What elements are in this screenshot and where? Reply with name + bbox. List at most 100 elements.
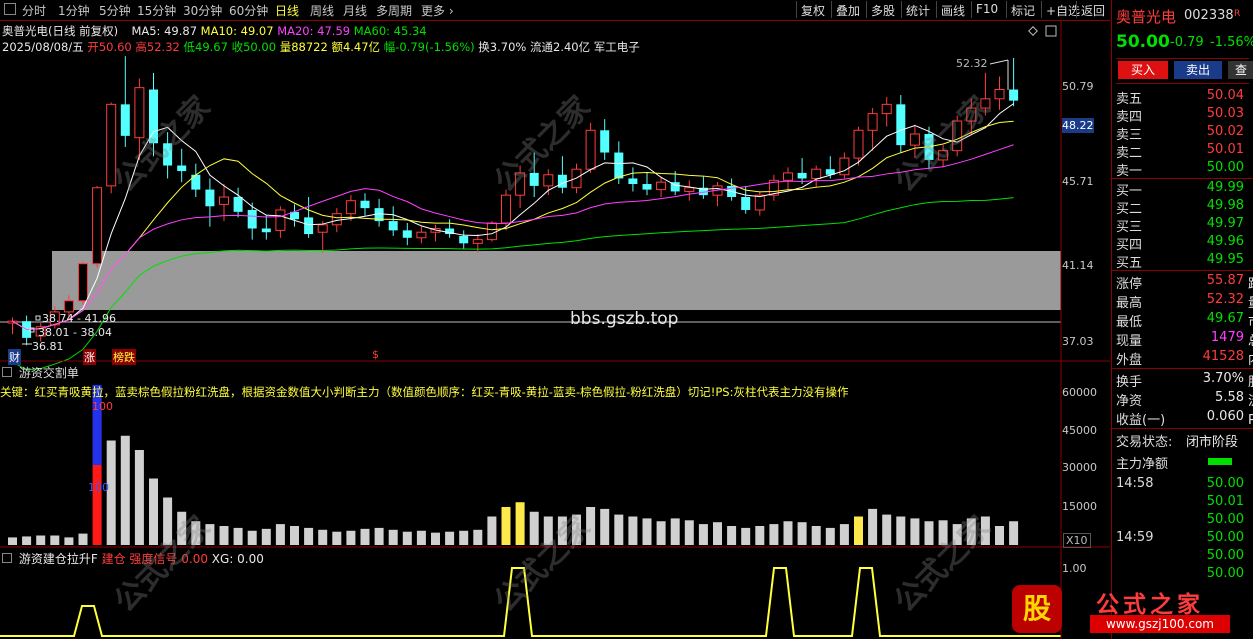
volume-bar: [247, 530, 257, 545]
tick-row[interactable]: 50.00: [1116, 548, 1253, 566]
finance-tag[interactable]: 财: [8, 349, 21, 365]
row-value: 49.99: [1206, 180, 1244, 195]
volume-bar: [698, 524, 708, 545]
volume-bar: [191, 521, 201, 545]
bar-date: 2025/08/08/五: [2, 40, 84, 54]
volume-bar: [656, 521, 666, 545]
high-price-annotation: 52.32: [956, 57, 988, 70]
panel2-header: 游资交割单: [2, 364, 79, 381]
volume-bar: [36, 535, 46, 545]
candle-body: [205, 189, 215, 207]
volume-label-100: 100: [92, 400, 113, 413]
quote-row[interactable]: 最高 52.32 量比: [1116, 292, 1253, 311]
bar-open: 开50.60: [87, 40, 132, 54]
volume-bar: [205, 524, 215, 545]
panel3-header: 游资建仓拉升F 建仓 强度信号 0.00 XG: 0.00: [2, 550, 264, 567]
signal-line-group: [0, 567, 1061, 637]
candle-body: [557, 174, 567, 188]
price-axis-label: 41.14: [1062, 259, 1094, 272]
volume-bar: [684, 520, 694, 545]
candle-body: [980, 98, 991, 109]
sell-level-4[interactable]: 卖四 50.03: [1116, 106, 1253, 125]
candle-body: [656, 181, 667, 191]
row-value: 50.00: [1206, 530, 1244, 545]
volume-bar: [811, 526, 821, 545]
row-value: 49.95: [1206, 252, 1244, 267]
main-net-bar: [1208, 458, 1232, 465]
stats-row[interactable]: 收益(一) 0.060 PE(动): [1116, 409, 1253, 428]
volume-bar: [290, 526, 299, 545]
row-label: 外盘: [1116, 353, 1143, 368]
signal-line: [0, 567, 1061, 637]
sell-level-5[interactable]: 卖五 50.04: [1116, 88, 1253, 107]
quote-row[interactable]: 最低 49.67 市值: [1116, 311, 1253, 330]
buy-level-5[interactable]: 买五 49.95: [1116, 252, 1253, 271]
buy-level-3[interactable]: 买三 49.97: [1116, 216, 1253, 235]
dollar-tag[interactable]: $: [372, 348, 379, 361]
candle-body: [106, 103, 117, 187]
kline-chart[interactable]: [0, 0, 1110, 639]
brand-url[interactable]: www.gszj100.com: [1090, 615, 1230, 633]
row-value: 49.67: [1206, 311, 1244, 326]
volume-bar: [543, 516, 553, 545]
quote-row[interactable]: 外盘 41528 内盘: [1116, 349, 1253, 368]
quote-row[interactable]: 现量 1479 总量: [1116, 330, 1253, 349]
candle-body: [741, 197, 751, 210]
limit-up-tag[interactable]: 涨: [83, 349, 96, 365]
row-value: 3.70%: [1202, 371, 1244, 386]
tick-row[interactable]: 14:58 50.00: [1116, 476, 1253, 494]
panel-toggle-icon[interactable]: [2, 553, 12, 563]
candle-body: [853, 129, 864, 159]
row-value: 50.00: [1206, 548, 1244, 563]
tick-row[interactable]: 50.01: [1116, 494, 1253, 512]
main-net-row[interactable]: 主力净额: [1116, 453, 1253, 472]
scale-x10[interactable]: X10: [1063, 533, 1091, 548]
candle-body: [501, 194, 511, 224]
volume-bar: [755, 526, 765, 545]
candle-body: [797, 172, 807, 179]
volume-bar: [797, 522, 807, 545]
window-icon[interactable]: [1045, 25, 1057, 37]
price-axis-label: 45.71: [1062, 175, 1094, 188]
volume-bar: [473, 529, 483, 545]
divider: [1116, 83, 1249, 84]
sell-level-1[interactable]: 卖一 50.00: [1116, 160, 1253, 179]
candle-body: [938, 150, 949, 161]
buy-level-1[interactable]: 买一 49.99: [1116, 180, 1253, 199]
candle-body: [275, 209, 286, 231]
row-value: 50.00: [1206, 512, 1244, 527]
candle-body: [331, 213, 342, 226]
price-change: -0.79: [1170, 35, 1204, 50]
diamond-icon[interactable]: [1028, 26, 1038, 36]
panel-toggle-icon[interactable]: [2, 367, 12, 377]
candle-body: [317, 224, 328, 233]
quote-row[interactable]: 涨停 55.87 跌停: [1116, 273, 1253, 292]
volume-bar: [980, 516, 990, 545]
query-button[interactable]: 查: [1228, 61, 1253, 79]
tick-row[interactable]: 50.00: [1116, 566, 1253, 584]
buy-button[interactable]: 买入: [1118, 61, 1168, 79]
buy-level-4[interactable]: 买四 49.96: [1116, 234, 1253, 253]
box-marker-1: [35, 315, 41, 321]
volume-bars-group: [8, 385, 1019, 545]
stats-row[interactable]: 换手 3.70% 股本: [1116, 371, 1253, 390]
sell-level-3[interactable]: 卖三 50.02: [1116, 124, 1253, 143]
row-label: 买四: [1116, 238, 1143, 253]
panel2-description: 关键：红买青吸黄拉，蓝卖棕色假拉粉红洗盘，根据资金数值大小判断主力（数值颜色顺序…: [0, 385, 849, 399]
buy-level-2[interactable]: 买二 49.98: [1116, 198, 1253, 217]
panel3-value: 0.00: [181, 552, 208, 566]
divider: [1112, 270, 1253, 271]
chart-title: 奥普光电(日线 前复权): [2, 24, 119, 38]
tick-row[interactable]: 50.00: [1116, 512, 1253, 530]
candle-body: [345, 200, 356, 215]
ranking-tag[interactable]: 榜跌: [112, 349, 136, 365]
sell-level-2[interactable]: 卖二 50.01: [1116, 142, 1253, 161]
candle-body: [134, 87, 145, 139]
tick-row[interactable]: 14:59 50.00: [1116, 530, 1253, 548]
row-value: 闭市阶段: [1186, 435, 1239, 450]
volume-bar: [445, 531, 455, 545]
candle-body: [402, 230, 412, 238]
sell-button[interactable]: 卖出: [1174, 61, 1222, 79]
stats-row[interactable]: 净资 5.58 流通: [1116, 390, 1253, 409]
trade-state-row[interactable]: 交易状态: 闭市阶段: [1116, 431, 1253, 450]
